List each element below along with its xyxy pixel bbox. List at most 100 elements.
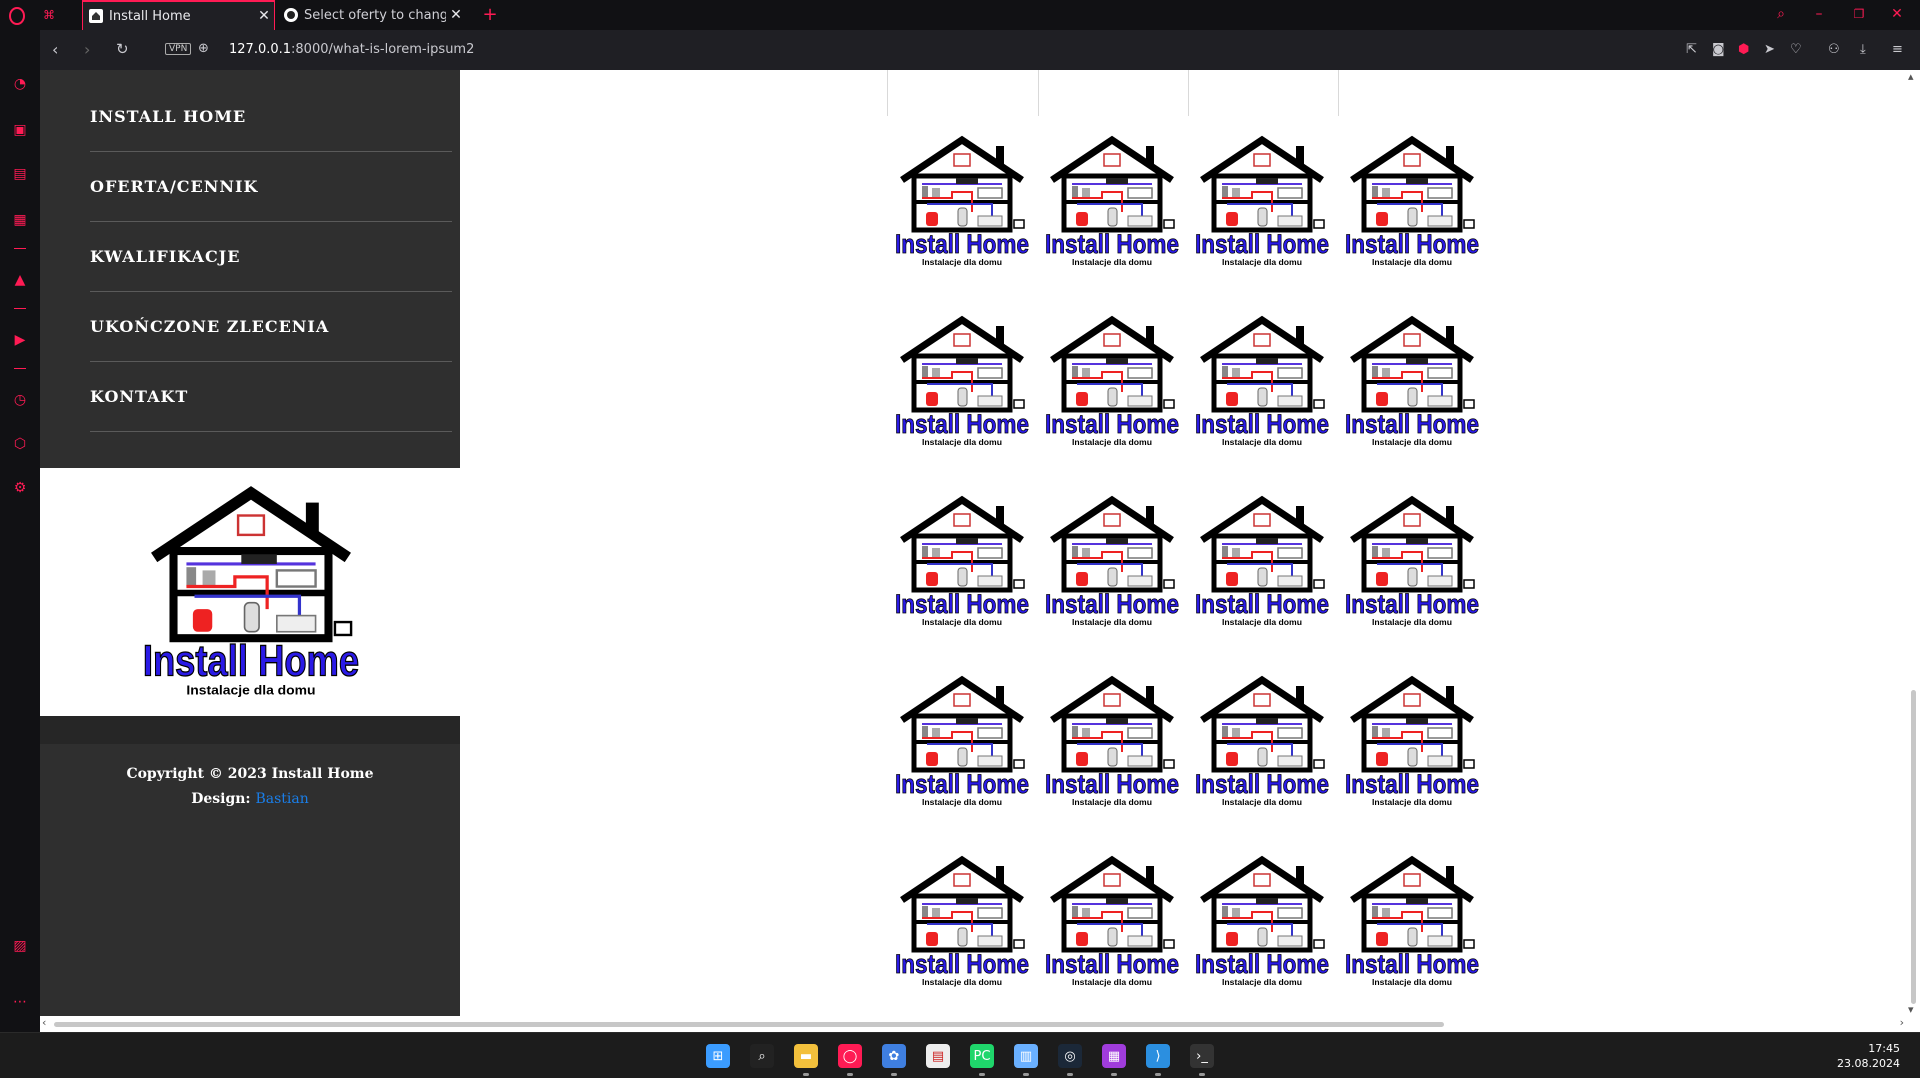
winrar-icon[interactable]: ▦	[1102, 1044, 1126, 1068]
restore-icon[interactable]: ❐	[1850, 5, 1868, 23]
pycharm-icon[interactable]: PC	[970, 1044, 994, 1068]
running-indicator	[803, 1073, 809, 1076]
svg-text:Install Home: Install Home	[1345, 769, 1479, 799]
tab-select-oferty[interactable]: Select oferty to change | Dj ✕	[278, 0, 466, 30]
app-icon[interactable]: ✿	[882, 1044, 906, 1068]
tab-close-icon[interactable]: ✕	[446, 7, 466, 23]
sidebar-separator	[14, 368, 26, 369]
gallery-logo-item[interactable]: Install Home Instalacje dla domu	[1342, 672, 1482, 812]
share-icon[interactable]: ⇱	[1686, 42, 1697, 57]
gallery-logo-item[interactable]: Install Home Instalacje dla domu	[1192, 132, 1332, 272]
gallery-logo-item[interactable]: Install Home Instalacje dla domu	[1342, 312, 1482, 452]
vscode-icon[interactable]: ⟩	[1146, 1044, 1170, 1068]
site-footer: Copyright © 2023 Install Home Design: Ba…	[40, 744, 460, 1016]
horizontal-scrollbar[interactable]: ‹ ›	[40, 1016, 1920, 1032]
account-icon[interactable]: ⚇	[1828, 42, 1840, 57]
horizontal-scroll-thumb[interactable]	[54, 1022, 1444, 1027]
player-icon[interactable]: ▶	[10, 330, 30, 350]
gallery-logo-item[interactable]: Install Home Instalacje dla domu	[1192, 852, 1332, 992]
url-field[interactable]: 127.0.0.1:8000/what-is-lorem-ipsum2	[229, 42, 474, 57]
gallery-logo-item[interactable]: Install Home Instalacje dla domu	[1192, 672, 1332, 812]
reload-icon[interactable]: ↻	[116, 40, 129, 58]
settings-icon[interactable]: ⚙	[10, 478, 30, 498]
nav-item-oferta-cennik[interactable]: OFERTA/CENNIK	[90, 152, 452, 222]
footer-divider	[40, 716, 460, 744]
vertical-scrollbar[interactable]: ▴ ▾	[1906, 70, 1920, 1016]
nav-item-kwalifikacje[interactable]: KWALIFIKACJE	[90, 222, 452, 292]
gallery-logo-item[interactable]: Install Home Instalacje dla domu	[1042, 312, 1182, 452]
svg-text:Instalacje dla domu: Instalacje dla domu	[1222, 438, 1302, 447]
opera-menu-icon[interactable]	[8, 7, 26, 25]
running-indicator	[1155, 1073, 1161, 1076]
svg-text:Instalacje dla domu: Instalacje dla domu	[1072, 978, 1152, 987]
camera-icon[interactable]: ◙	[1712, 42, 1725, 57]
close-window-icon[interactable]: ✕	[1888, 5, 1906, 23]
scroll-right-icon[interactable]: ›	[1900, 1016, 1904, 1029]
copyright-text: Copyright © 2023 Install Home	[126, 766, 374, 782]
calendar-icon[interactable]: ▦	[10, 210, 30, 230]
gallery-logo-item[interactable]: Install Home Instalacje dla domu	[892, 132, 1032, 272]
shield-icon[interactable]: ⬢	[1738, 42, 1749, 57]
aria-icon[interactable]: ▲	[10, 270, 30, 290]
design-label: Design:	[191, 791, 251, 807]
scroll-left-icon[interactable]: ‹	[42, 1016, 46, 1029]
heart-icon[interactable]: ♡	[1790, 42, 1802, 57]
svg-text:Instalacje dla domu: Instalacje dla domu	[1072, 798, 1152, 807]
extensions-icon[interactable]: ⬡	[10, 434, 30, 454]
search-tabs-icon[interactable]: ⌕	[1772, 5, 1790, 23]
twitch-icon[interactable]: ▤	[10, 164, 30, 184]
gallery-logo-item[interactable]: Install Home Instalacje dla domu	[1192, 492, 1332, 632]
system-clock[interactable]: 17:45 23.08.2024	[1837, 1041, 1900, 1071]
gallery-logo-item[interactable]: Install Home Instalacje dla domu	[1192, 312, 1332, 452]
nav-item-kontakt[interactable]: KONTAKT	[90, 362, 452, 432]
shopping-icon[interactable]: ▣	[10, 120, 30, 140]
scroll-down-icon[interactable]: ▾	[1908, 1003, 1914, 1016]
gallery-logo-item[interactable]: Install Home Instalacje dla domu	[892, 492, 1032, 632]
gallery-logo-item[interactable]: Install Home Instalacje dla domu	[892, 852, 1032, 992]
new-tab-button[interactable]: +	[480, 3, 500, 25]
file-explorer-icon[interactable]: ▬	[794, 1044, 818, 1068]
gallery-logo-item[interactable]: Install Home Instalacje dla domu	[1342, 852, 1482, 992]
windows-start-icon[interactable]: ⊞	[706, 1044, 730, 1068]
gamepad-icon[interactable]: ⌘	[40, 6, 58, 24]
easy-setup-icon[interactable]: ≡	[1892, 42, 1903, 57]
gallery-logo-item[interactable]: Install Home Instalacje dla domu	[1342, 132, 1482, 272]
gallery-icon[interactable]: ▨	[10, 936, 30, 956]
gallery-logo-item[interactable]: Install Home Instalacje dla domu	[1042, 132, 1182, 272]
gallery-logo-item[interactable]: Install Home Instalacje dla domu	[892, 312, 1032, 452]
nav-item-ukonczone-zlecenia[interactable]: UKOŃCZONE ZLECENIA	[90, 292, 452, 362]
history-icon[interactable]: ◷	[10, 390, 30, 410]
svg-text:Install Home: Install Home	[895, 769, 1029, 799]
designer-link[interactable]: Bastian	[255, 791, 308, 807]
svg-text:Instalacje dla domu: Instalacje dla domu	[1372, 438, 1452, 447]
running-indicator	[1067, 1073, 1073, 1076]
search-icon[interactable]: ⌕	[750, 1044, 774, 1068]
site-logo[interactable]: Install Home Instalacje dla domu	[40, 468, 460, 716]
speedometer-icon[interactable]: ◔	[10, 74, 30, 94]
tab-close-icon[interactable]: ✕	[254, 8, 274, 24]
gallery-logo-item[interactable]: Install Home Instalacje dla domu	[1342, 492, 1482, 632]
vertical-scroll-thumb[interactable]	[1911, 690, 1916, 1004]
gallery-logo-item[interactable]: Install Home Instalacje dla domu	[1042, 672, 1182, 812]
forward-icon[interactable]: ›	[84, 40, 90, 59]
notepad-icon[interactable]: ▤	[926, 1044, 950, 1068]
back-icon[interactable]: ‹	[52, 40, 58, 59]
nav-item-install-home[interactable]: INSTALL HOME	[90, 82, 452, 152]
sidebar-separator	[14, 248, 26, 249]
vpn-badge[interactable]: VPN	[165, 43, 192, 55]
steam-icon[interactable]: ◎	[1058, 1044, 1082, 1068]
tab-install-home[interactable]: Install Home ✕	[82, 0, 275, 30]
opera-icon[interactable]: ◯	[838, 1044, 862, 1068]
gallery-logo-item[interactable]: Install Home Instalacje dla domu	[892, 672, 1032, 812]
send-icon[interactable]: ➤	[1764, 42, 1775, 57]
more-icon[interactable]: ⋯	[10, 992, 30, 1012]
gallery-logo-item[interactable]: Install Home Instalacje dla domu	[1042, 492, 1182, 632]
terminal-icon[interactable]: ›_	[1190, 1044, 1214, 1068]
scroll-up-icon[interactable]: ▴	[1908, 70, 1914, 83]
minimize-icon[interactable]: –	[1810, 5, 1828, 23]
gallery-logo-item[interactable]: Install Home Instalacje dla domu	[1042, 852, 1182, 992]
download-icon[interactable]: ⤓	[1860, 42, 1866, 57]
svg-text:Instalacje dla domu: Instalacje dla domu	[922, 978, 1002, 987]
sidebar-separator	[14, 308, 26, 309]
notes-icon[interactable]: ▥	[1014, 1044, 1038, 1068]
